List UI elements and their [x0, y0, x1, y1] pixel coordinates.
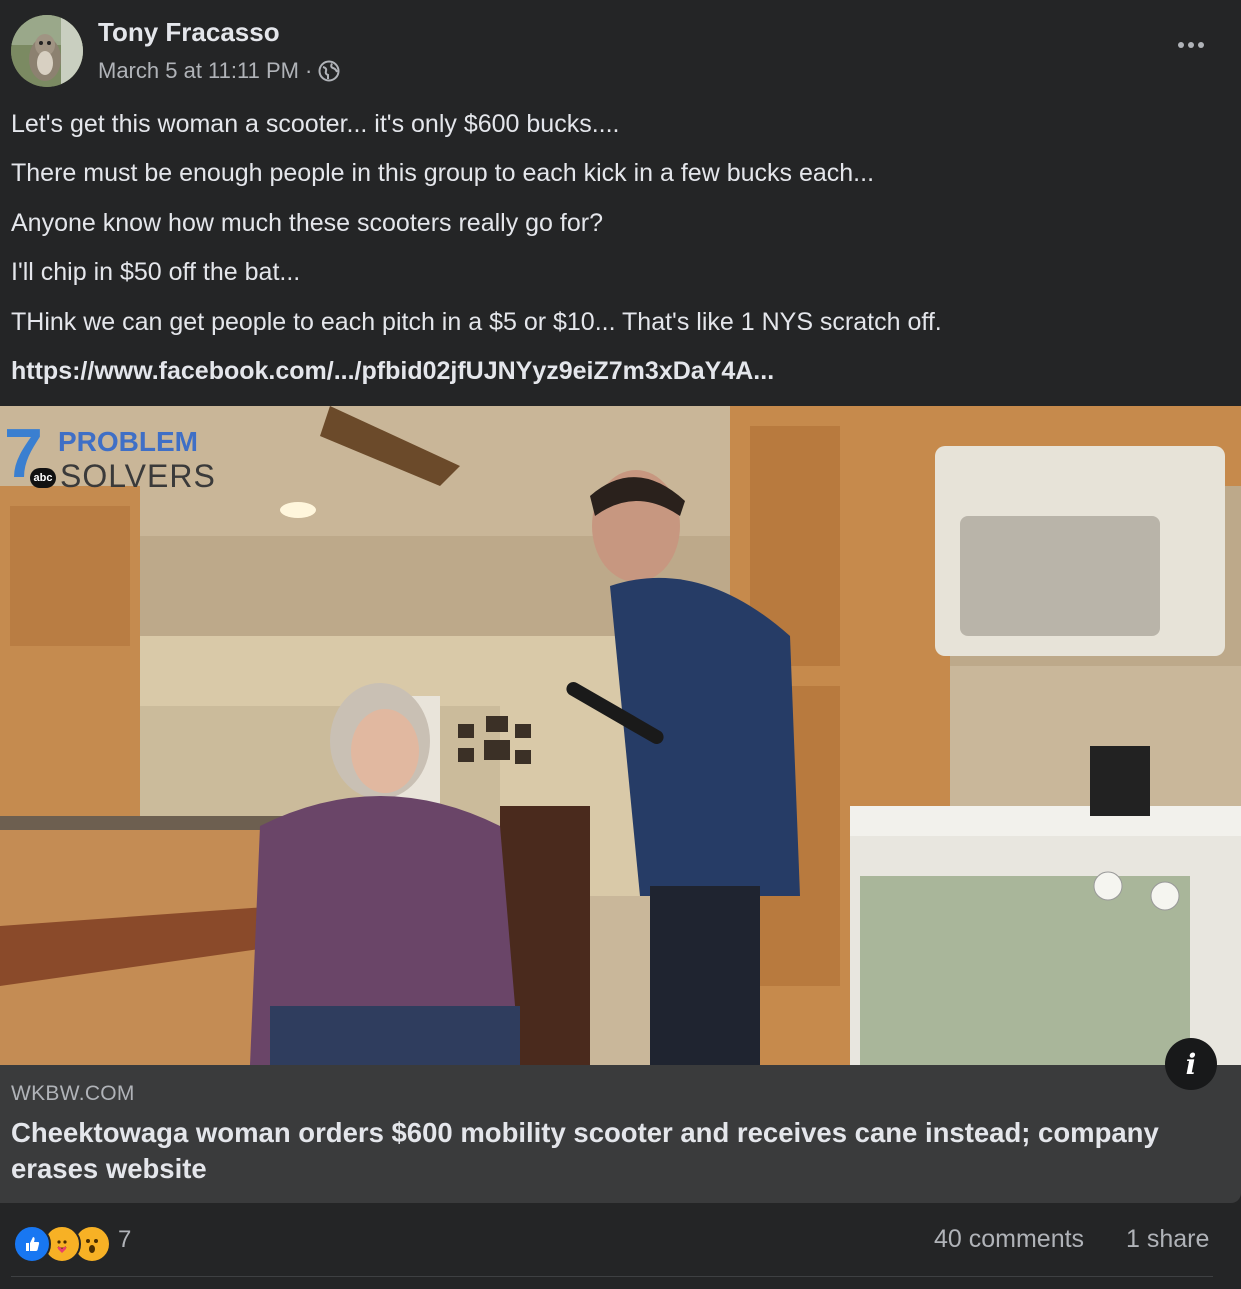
post-footer: 7 40 comments 1 share: [0, 1203, 1241, 1289]
logo-word-solvers: SOLVERS: [60, 458, 216, 494]
author-avatar[interactable]: [11, 15, 83, 87]
link-headline[interactable]: Cheektowaga woman orders $600 mobility s…: [11, 1115, 1211, 1187]
footer-divider: [11, 1276, 1213, 1277]
post-timestamp[interactable]: March 5 at 11:11 PM: [98, 58, 299, 84]
more-options-icon[interactable]: [1173, 30, 1209, 60]
post-link[interactable]: https://www.facebook.com/.../pfbid02jfUJ…: [11, 347, 1231, 396]
logo-network-badge: abc: [30, 468, 56, 488]
like-icon: [13, 1225, 51, 1263]
link-domain: WKBW.COM: [11, 1082, 135, 1105]
shares-count[interactable]: 1 share: [1126, 1225, 1209, 1254]
post-meta: March 5 at 11:11 PM ·: [98, 58, 340, 84]
post-header: Tony Fracasso March 5 at 11:11 PM ·: [0, 0, 1241, 100]
meta-separator: ·: [304, 58, 313, 83]
info-icon[interactable]: i: [1165, 1038, 1217, 1090]
reaction-count[interactable]: 7: [118, 1226, 131, 1254]
globe-icon[interactable]: [318, 60, 340, 82]
post-body: Let's get this woman a scooter... it's o…: [11, 100, 1231, 396]
post-line: Anyone know how much these scooters real…: [11, 208, 603, 237]
comments-count[interactable]: 40 comments: [934, 1225, 1084, 1254]
logo-word-problem: PROBLEM: [58, 426, 198, 457]
link-preview-image[interactable]: 7 PROBLEM abc SOLVERS: [0, 406, 1241, 1065]
post-line: THink we can get people to each pitch in…: [11, 307, 942, 336]
author-name[interactable]: Tony Fracasso: [98, 17, 280, 48]
post-line: I'll chip in $50 off the bat...: [11, 258, 301, 287]
post-line: There must be enough people in this grou…: [11, 159, 875, 188]
station-logo: 7 PROBLEM abc SOLVERS: [4, 418, 216, 494]
link-preview[interactable]: WKBW.COM Cheektowaga woman orders $600 m…: [0, 1065, 1241, 1203]
post-line: Let's get this woman a scooter... it's o…: [11, 110, 620, 138]
reaction-summary[interactable]: [13, 1225, 111, 1263]
